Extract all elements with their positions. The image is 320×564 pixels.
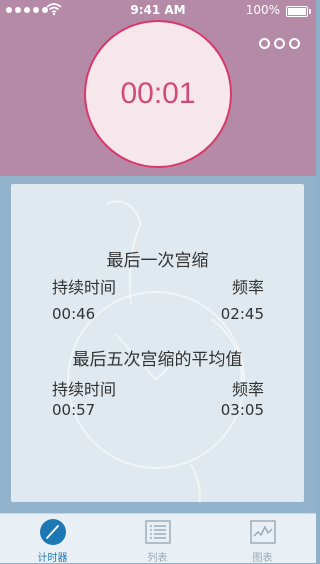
battery-icon [286,6,311,17]
list-icon [145,520,171,544]
last-duration-value: 00:46 [52,305,96,323]
stats-card: 最后一次宫缩 持续时间 频率 00:46 02:45 最后五次宫缩的平均值 持续… [11,184,304,502]
status-bar: 9:41 AM 100% [0,0,316,22]
timer-button[interactable]: 00:01 [84,20,232,168]
header-area: 9:41 AM 100% 00:01 [0,0,316,176]
last-frequency-label: 频率 [231,278,264,297]
last-duration-label: 持续时间 [52,278,117,297]
tab-bar: 计时器 列表 图表 [0,513,316,564]
battery-percent: 100% [245,3,280,17]
tab-list[interactable]: 列表 [105,514,210,564]
timer-display: 00:01 [120,77,196,110]
compass-icon [40,519,66,545]
tab-timer[interactable]: 计时器 [0,514,105,564]
avg-duration-value: 00:57 [52,401,96,419]
tab-chart[interactable]: 图表 [210,514,315,564]
chart-icon [250,520,276,544]
avg-duration-label: 持续时间 [52,380,117,399]
watch-watermark-icon [67,200,245,502]
last-frequency-value: 02:45 [220,305,264,323]
avg-frequency-value: 03:05 [220,401,264,419]
average-title: 最后五次宫缩的平均值 [72,350,243,370]
more-options-icon[interactable] [259,38,300,49]
last-contraction-title: 最后一次宫缩 [106,251,209,271]
avg-frequency-label: 频率 [231,380,264,399]
